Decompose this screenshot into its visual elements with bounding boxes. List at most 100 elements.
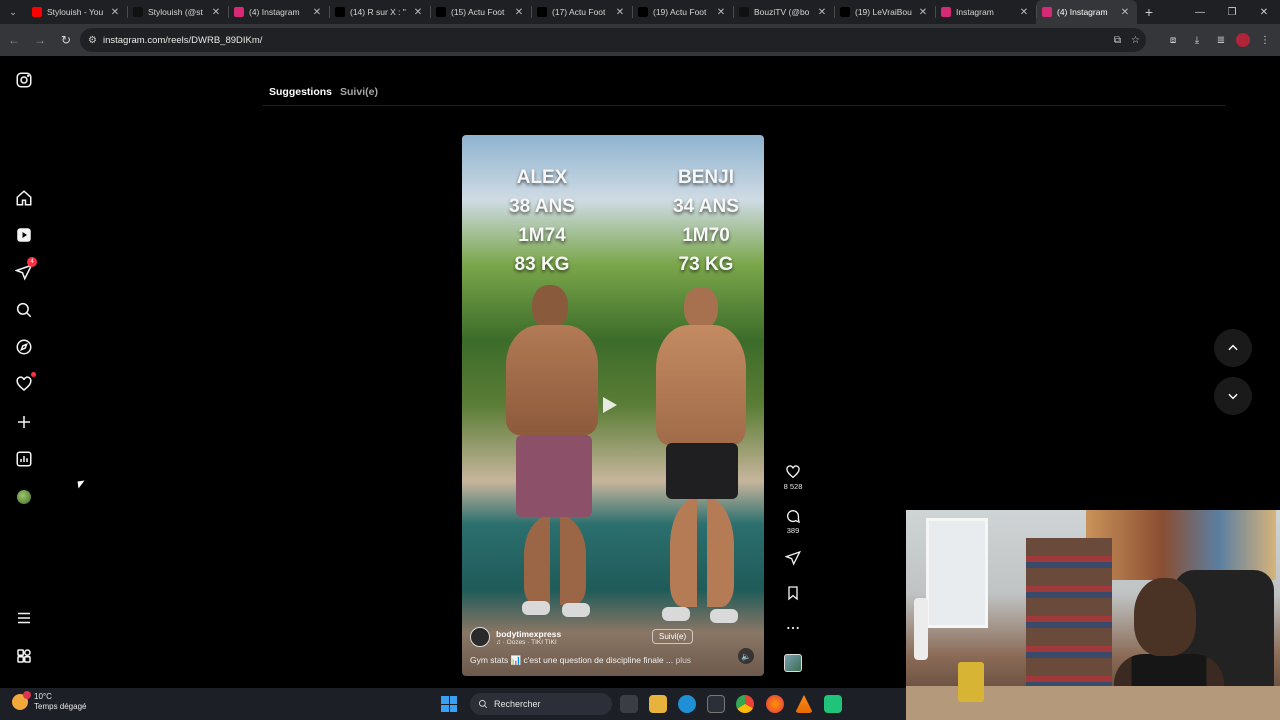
browser-tab[interactable]: (4) Instagram ✕ — [228, 0, 329, 24]
close-tab-icon[interactable]: ✕ — [715, 7, 727, 18]
firefox-icon[interactable] — [766, 695, 784, 713]
notifications-heart-icon[interactable] — [14, 372, 36, 394]
instagram-logo-icon[interactable] — [14, 70, 34, 90]
browser-tab[interactable]: (14) R sur X : " ✕ — [329, 0, 430, 24]
store-icon[interactable] — [707, 695, 725, 713]
reel-video[interactable]: ALEX 38 ANS 1M74 83 KG BENJI 34 ANS 1M70… — [462, 135, 764, 676]
weather-temperature: 10°C — [34, 692, 52, 701]
caption-more-link[interactable]: plus — [675, 655, 691, 665]
comment-icon[interactable] — [785, 508, 801, 524]
forward-icon[interactable]: → — [28, 28, 52, 52]
notification-badge: 4 — [27, 257, 37, 267]
reel-caption[interactable]: Gym stats 📊 c'est une question de discip… — [470, 655, 756, 666]
create-plus-icon[interactable] — [14, 412, 34, 432]
tab-search-icon[interactable]: ⌄ — [0, 0, 26, 24]
instagram-icon — [941, 7, 951, 17]
more-menu-icon[interactable] — [14, 608, 34, 628]
chrome-icon[interactable] — [736, 695, 754, 713]
windows-start-icon[interactable] — [441, 696, 457, 712]
close-tab-icon[interactable]: ✕ — [311, 7, 323, 18]
bookmark-star-icon[interactable]: ☆ — [1131, 35, 1140, 46]
close-tab-icon[interactable]: ✕ — [412, 7, 424, 18]
browser-tab-title: (17) Actu Foot — [552, 7, 606, 17]
right-person-name: BENJI — [678, 167, 734, 188]
reel-author-username[interactable]: bodytimexpress — [496, 629, 561, 639]
download-icon[interactable]: ⤓ — [1188, 31, 1206, 49]
left-person-name: ALEX — [516, 167, 568, 188]
also-from-meta-icon[interactable] — [14, 646, 34, 666]
weather-sun-icon — [12, 691, 31, 710]
browser-tab[interactable]: (4) Instagram ✕ — [1036, 0, 1137, 24]
close-window-icon[interactable]: ✕ — [1248, 0, 1280, 24]
close-tab-icon[interactable]: ✕ — [513, 7, 525, 18]
previous-reel-button[interactable] — [1214, 329, 1252, 367]
reel-author-avatar[interactable] — [470, 627, 490, 647]
minimize-icon[interactable]: — — [1184, 0, 1216, 24]
close-tab-icon[interactable]: ✕ — [210, 7, 222, 18]
extensions-icon[interactable]: ⧈ — [1164, 31, 1182, 49]
close-tab-icon[interactable]: ✕ — [917, 7, 929, 18]
browser-menu-icon[interactable]: ⋮ — [1256, 31, 1274, 49]
right-person-height: 1M70 — [682, 225, 730, 246]
next-reel-button[interactable] — [1214, 377, 1252, 415]
like-heart-icon[interactable] — [785, 464, 801, 480]
browser-tab[interactable]: Stylouish (@st ✕ — [127, 0, 228, 24]
site-info-icon[interactable]: ⚙ — [88, 35, 97, 46]
browser-tab-title: Stylouish - You — [47, 7, 104, 17]
dashboard-icon[interactable] — [14, 449, 34, 469]
taskbar-search-input[interactable] — [494, 699, 604, 709]
profile-avatar-icon[interactable] — [14, 487, 34, 507]
browser-tab-title: (15) Actu Foot — [451, 7, 505, 17]
task-view-icon[interactable] — [620, 695, 638, 713]
edge-icon[interactable] — [678, 695, 696, 713]
messages-icon[interactable]: 4 — [14, 257, 37, 282]
browser-tab-title: (19) Actu Foot — [653, 7, 707, 17]
profile-avatar[interactable] — [1236, 33, 1250, 47]
address-url[interactable]: instagram.com/reels/DWRB_89DIKm/ — [103, 35, 262, 46]
restore-icon[interactable]: ❐ — [1216, 0, 1248, 24]
install-app-icon[interactable]: ⧉ — [1114, 35, 1121, 46]
close-tab-icon[interactable]: ✕ — [1119, 7, 1131, 18]
mute-icon[interactable]: 🔈 — [738, 648, 754, 664]
tiktok-icon — [739, 7, 749, 17]
new-tab-button[interactable]: + — [1137, 4, 1161, 20]
browser-tab[interactable]: BouziTV (@bo ✕ — [733, 0, 834, 24]
close-tab-icon[interactable]: ✕ — [1018, 7, 1030, 18]
app-icon[interactable] — [824, 695, 842, 713]
instagram-icon — [234, 7, 244, 17]
follow-button[interactable]: Suivi(e) — [652, 629, 694, 644]
reels-icon[interactable] — [14, 225, 34, 245]
tab-following[interactable]: Suivi(e) — [340, 86, 378, 98]
share-icon[interactable] — [785, 550, 801, 566]
close-tab-icon[interactable]: ✕ — [109, 7, 121, 18]
back-icon[interactable]: ← — [2, 28, 26, 52]
vlc-icon[interactable] — [795, 695, 813, 713]
home-icon[interactable] — [14, 188, 34, 208]
left-person-height: 1M74 — [518, 225, 566, 246]
tab-suggestions[interactable]: Suggestions — [269, 86, 332, 98]
browser-tab[interactable]: (17) Actu Foot ✕ — [531, 0, 632, 24]
browser-tab[interactable]: (19) LeVraiBou ✕ — [834, 0, 935, 24]
reel-audio-track[interactable]: ♫ · Oozes · TIKI TIKI — [496, 639, 561, 646]
file-explorer-icon[interactable] — [649, 695, 667, 713]
media-icon[interactable]: ≣ — [1212, 31, 1230, 49]
browser-tab[interactable]: Stylouish - You ✕ — [26, 0, 127, 24]
save-bookmark-icon[interactable] — [785, 585, 801, 601]
explore-compass-icon[interactable] — [14, 337, 34, 357]
browser-tab[interactable]: (15) Actu Foot ✕ — [430, 0, 531, 24]
browser-tab[interactable]: (19) Actu Foot ✕ — [632, 0, 733, 24]
browser-toolbar: ← → ↻ ⚙ instagram.com/reels/DWRB_89DIKm/… — [0, 24, 1280, 56]
browser-tab[interactable]: Instagram ✕ — [935, 0, 1036, 24]
x-icon — [537, 7, 547, 17]
more-options-icon[interactable] — [785, 620, 801, 636]
play-icon[interactable] — [603, 397, 617, 413]
right-person-stats: BENJI 34 ANS 1M70 73 KG — [646, 163, 764, 279]
taskbar-search[interactable] — [470, 693, 612, 715]
audio-thumbnail[interactable] — [784, 654, 802, 672]
weather-widget[interactable]: 10°C Temps dégagé — [12, 691, 86, 712]
close-tab-icon[interactable]: ✕ — [816, 7, 828, 18]
address-bar[interactable]: ⚙ instagram.com/reels/DWRB_89DIKm/ ⧉ ☆ — [80, 28, 1146, 52]
reload-icon[interactable]: ↻ — [54, 28, 78, 52]
close-tab-icon[interactable]: ✕ — [614, 7, 626, 18]
search-icon[interactable] — [14, 300, 34, 320]
